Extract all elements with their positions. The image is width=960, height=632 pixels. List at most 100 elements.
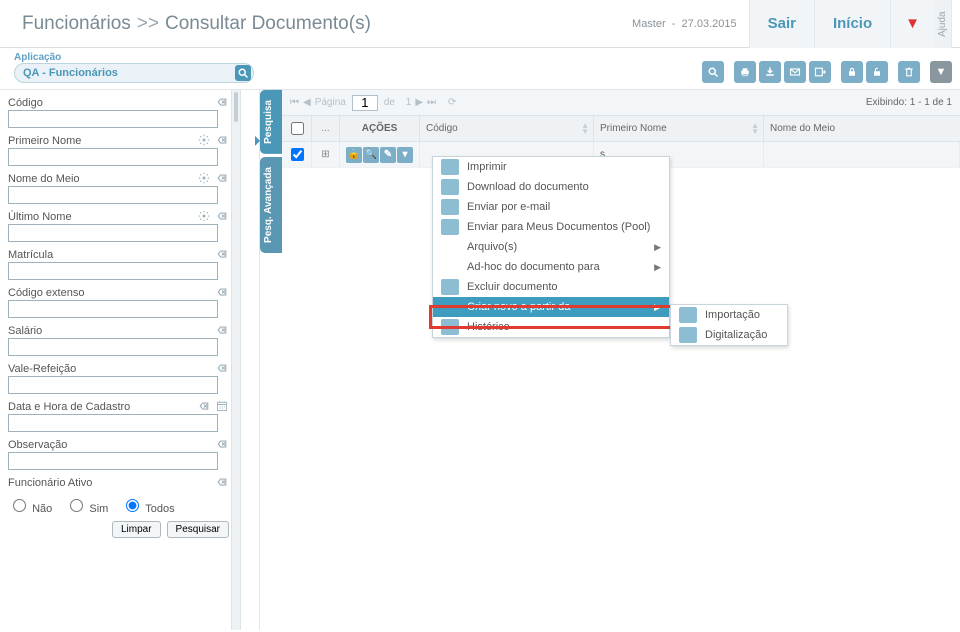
toolbar-download-button[interactable]	[759, 61, 781, 83]
record-count: Exibindo: 1 - 1 de 1	[866, 97, 952, 108]
app-label: Aplicação	[14, 52, 254, 63]
dropdown-caret-button[interactable]: ▼	[890, 0, 934, 48]
field-label: Vale-Refeição	[8, 363, 211, 375]
search-icon	[235, 65, 251, 81]
primeiro-nome-col[interactable]: Primeiro Nome▲▼	[594, 116, 764, 141]
row-checkbox[interactable]	[291, 148, 304, 161]
prev-page-icon[interactable]: ◀	[303, 97, 311, 108]
user-date: Master - 27.03.2015	[632, 18, 737, 30]
nome-meio-col[interactable]: Nome do Meio	[764, 116, 960, 141]
clear-button[interactable]: Limpar	[112, 521, 161, 538]
active-radio-group[interactable]: Não Sim Todos	[8, 496, 229, 515]
toolbar-print-button[interactable]	[734, 61, 756, 83]
logout-button[interactable]: Sair	[749, 0, 814, 48]
breadcrumb: Funcionários>>Consultar Documento(s)	[22, 13, 632, 35]
menu-item[interactable]: Arquivo(s)▶	[433, 237, 669, 257]
cal-icon[interactable]	[215, 400, 229, 414]
clear-icon[interactable]	[197, 400, 211, 414]
hist-icon	[441, 319, 459, 335]
field-input[interactable]	[8, 110, 218, 128]
field-input[interactable]	[8, 452, 218, 470]
clear-icon[interactable]	[215, 172, 229, 186]
mail-icon	[441, 199, 459, 215]
field-label: Data e Hora de Cadastro	[8, 401, 193, 413]
clear-icon[interactable]	[215, 362, 229, 376]
toolbar-more-button[interactable]: ▼	[930, 61, 952, 83]
toolbar-mail-button[interactable]	[784, 61, 806, 83]
codigo-col[interactable]: Código▲▼	[420, 116, 594, 141]
field-label: Matrícula	[8, 249, 211, 261]
menu-item[interactable]: Download do documento	[433, 177, 669, 197]
search-button[interactable]: Pesquisar	[167, 521, 229, 538]
gear-icon[interactable]	[197, 210, 211, 224]
field-label: Nome do Meio	[8, 173, 193, 185]
submenu-item[interactable]: Importação	[671, 305, 787, 325]
clear-icon[interactable]	[215, 438, 229, 452]
toolbar-lock-button[interactable]	[841, 61, 863, 83]
context-submenu: ImportaçãoDigitalização	[670, 304, 788, 346]
toolbar-search-button[interactable]	[702, 61, 724, 83]
clear-icon[interactable]	[215, 286, 229, 300]
table-header: ... AÇÕES Código▲▼ Primeiro Nome▲▼ Nome …	[282, 116, 960, 142]
field-label: Salário	[8, 325, 211, 337]
blank-icon	[441, 259, 459, 275]
field-label: Código extenso	[8, 287, 211, 299]
clear-icon[interactable]	[215, 210, 229, 224]
next-page-icon[interactable]: ▶	[415, 97, 423, 108]
clear-icon[interactable]	[215, 134, 229, 148]
toolbar-delete-button[interactable]	[898, 61, 920, 83]
gear-icon[interactable]	[197, 172, 211, 186]
pager[interactable]: ⏮ ◀ Página de 1 ▶ ⏭ ⟳	[290, 95, 456, 111]
scrollbar[interactable]	[231, 90, 241, 630]
last-page-icon[interactable]: ⏭	[427, 97, 436, 108]
expand-icon[interactable]: ⊞	[312, 142, 340, 167]
help-tab[interactable]: Ajuda	[934, 0, 952, 48]
scan-icon	[679, 327, 697, 343]
menu-item[interactable]: Criar novo a partir da▶	[433, 297, 669, 317]
dl-icon	[441, 179, 459, 195]
row-search-icon[interactable]: 🔍	[363, 147, 379, 163]
field-label: Primeiro Nome	[8, 135, 193, 147]
actions-col: AÇÕES	[340, 116, 420, 141]
row-edit-icon[interactable]: ✎	[380, 147, 396, 163]
menu-item[interactable]: Imprimir	[433, 157, 669, 177]
home-button[interactable]: Início	[814, 0, 890, 48]
blank-icon	[441, 239, 459, 255]
select-all-checkbox[interactable]	[291, 122, 304, 135]
menu-item[interactable]: Histórico	[433, 317, 669, 337]
row-lock-icon[interactable]: 🔒	[346, 147, 362, 163]
field-label: Último Nome	[8, 211, 193, 223]
context-menu: ImprimirDownload do documentoEnviar por …	[432, 156, 670, 338]
clear-icon[interactable]	[215, 324, 229, 338]
field-input[interactable]	[8, 338, 218, 356]
field-input[interactable]	[8, 148, 218, 166]
expand-col: ...	[312, 116, 340, 141]
imp-icon	[679, 307, 697, 323]
field-input[interactable]	[8, 186, 218, 204]
del-icon	[441, 279, 459, 295]
tab-search[interactable]: Pesquisa	[260, 90, 282, 154]
first-page-icon[interactable]: ⏮	[290, 97, 299, 108]
toolbar-send-button[interactable]	[809, 61, 831, 83]
clear-icon[interactable]	[215, 96, 229, 110]
tab-advanced-search[interactable]: Pesq. Avançada	[260, 157, 282, 253]
toolbar-unlock-button[interactable]	[866, 61, 888, 83]
field-input[interactable]	[8, 300, 218, 318]
refresh-icon[interactable]: ⟳	[448, 97, 456, 108]
menu-item[interactable]: Excluir documento	[433, 277, 669, 297]
page-input[interactable]	[352, 95, 378, 111]
menu-item[interactable]: Enviar por e-mail	[433, 197, 669, 217]
field-label: Observação	[8, 439, 211, 451]
field-input[interactable]	[8, 376, 218, 394]
row-menu-icon[interactable]: ▾	[397, 147, 413, 163]
submenu-item[interactable]: Digitalização	[671, 325, 787, 345]
menu-item[interactable]: Ad-hoc do documento para▶	[433, 257, 669, 277]
field-input[interactable]	[8, 414, 218, 432]
clear-icon[interactable]	[215, 476, 229, 490]
app-selector[interactable]: QA - Funcionários	[14, 63, 254, 83]
field-input[interactable]	[8, 262, 218, 280]
menu-item[interactable]: Enviar para Meus Documentos (Pool)	[433, 217, 669, 237]
field-input[interactable]	[8, 224, 218, 242]
clear-icon[interactable]	[215, 248, 229, 262]
gear-icon[interactable]	[197, 134, 211, 148]
